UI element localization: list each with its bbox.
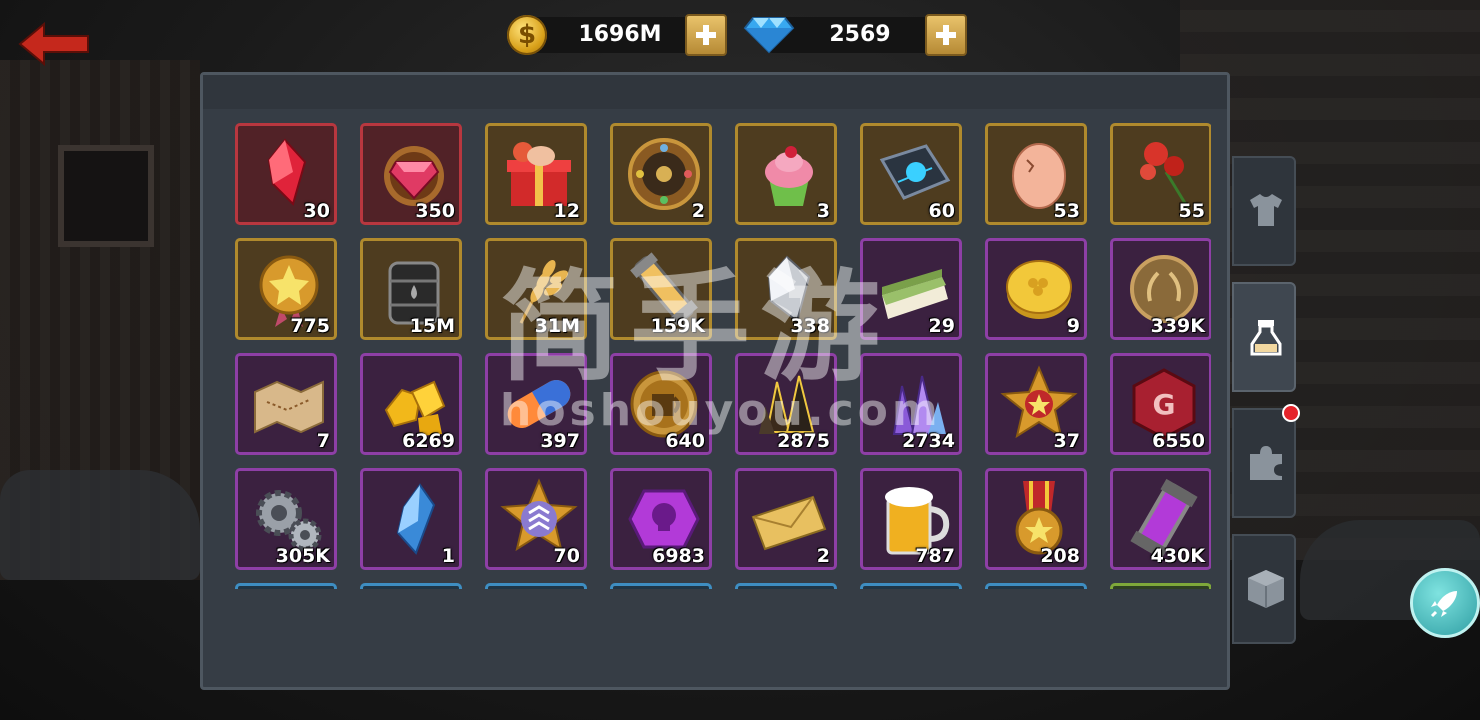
item-count: 6983 [652, 545, 705, 567]
item-slot-wheat[interactable]: 31M [485, 238, 587, 340]
item-count: 397 [540, 430, 580, 452]
item-slot-mug-coin[interactable]: 640 [610, 353, 712, 455]
item-count: 30 [303, 200, 330, 222]
item-slot-energy-capsule[interactable]: 159K [610, 238, 712, 340]
svg-text:G: G [1153, 388, 1176, 421]
item-slot-hidden-5[interactable] [735, 583, 837, 589]
item-count: 305K [275, 545, 330, 567]
item-slot-skull-gem[interactable]: 6983 [610, 468, 712, 570]
item-count: 2875 [777, 430, 830, 452]
item-count: 6269 [402, 430, 455, 452]
item-count: 338 [790, 315, 830, 337]
item-slot-egg[interactable]: 53 [985, 123, 1087, 225]
item-count: 775 [290, 315, 330, 337]
item-count: 208 [1040, 545, 1080, 567]
inventory-grid[interactable]: 30 350 12 2 3 60 53 55 775 15M 31M 159K 338 29 9 339K 7 6… [231, 119, 1211, 589]
item-slot-roses[interactable]: 55 [1110, 123, 1211, 225]
item-count: 53 [1053, 200, 1080, 222]
currency-bar: $ 1696M 2569 [505, 12, 970, 58]
gold-amount: 1696M [578, 22, 662, 47]
item-slot-tech-card[interactable]: 60 [860, 123, 962, 225]
rocket-button[interactable] [1410, 568, 1480, 638]
item-count: 3 [816, 200, 830, 222]
item-slot-envelope[interactable]: 2 [735, 468, 837, 570]
add-gold-button[interactable] [685, 14, 727, 56]
item-slot-dark-crystals[interactable]: 2875 [735, 353, 837, 455]
item-slot-gift-box[interactable]: 12 [485, 123, 587, 225]
item-count: 60 [928, 200, 955, 222]
item-count: 15M [409, 315, 455, 337]
item-count: 7 [316, 430, 330, 452]
item-count: 350 [415, 200, 455, 222]
back-arrow-icon [18, 21, 89, 67]
item-count: 1 [441, 545, 455, 567]
item-count: 2 [816, 545, 830, 567]
item-count: 640 [665, 430, 705, 452]
gold-coin-icon: $ [507, 15, 547, 55]
item-slot-star-medal[interactable]: 775 [235, 238, 337, 340]
item-count: 6550 [1152, 430, 1205, 452]
item-count: 12 [553, 200, 580, 222]
item-slot-hidden-8[interactable] [1110, 583, 1211, 589]
item-slot-pill[interactable]: 397 [485, 353, 587, 455]
add-diamond-button[interactable] [925, 14, 967, 56]
item-count: 70 [553, 545, 580, 567]
background-window [58, 145, 154, 247]
item-slot-compass-wheel[interactable]: 2 [610, 123, 712, 225]
item-slot-g-token[interactable]: G 6550 [1110, 353, 1211, 455]
tab-equipment[interactable] [1232, 156, 1296, 266]
item-slot-hidden-4[interactable] [610, 583, 712, 589]
item-slot-purple-capsule[interactable]: 430K [1110, 468, 1211, 570]
item-count: 430K [1150, 545, 1205, 567]
item-count: 159K [650, 315, 705, 337]
back-button[interactable] [18, 21, 90, 67]
item-count: 29 [928, 315, 955, 337]
item-slot-hidden-7[interactable] [985, 583, 1087, 589]
item-count: 9 [1066, 315, 1080, 337]
background-car [0, 470, 200, 580]
item-slot-blue-crystal[interactable]: 1 [360, 468, 462, 570]
item-slot-silver-crystal[interactable]: 338 [735, 238, 837, 340]
item-count: 37 [1053, 430, 1080, 452]
tab-consumables[interactable] [1232, 282, 1296, 392]
item-slot-cake-slice[interactable]: 29 [860, 238, 962, 340]
item-slot-star-badge[interactable]: 37 [985, 353, 1087, 455]
item-slot-beer-mug[interactable]: 787 [860, 468, 962, 570]
item-slot-red-crystal[interactable]: 30 [235, 123, 337, 225]
item-count: 2 [691, 200, 705, 222]
item-count: 31M [534, 315, 580, 337]
item-slot-cupcake[interactable]: 3 [735, 123, 837, 225]
item-slot-rank-badge[interactable]: 70 [485, 468, 587, 570]
inventory-panel: 30 350 12 2 3 60 53 55 775 15M 31M 159K 338 29 9 339K 7 6… [200, 72, 1230, 690]
notification-dot [1282, 404, 1300, 422]
item-slot-hidden-3[interactable] [485, 583, 587, 589]
diamond-amount: 2569 [829, 22, 891, 47]
tab-fragments[interactable] [1232, 408, 1296, 518]
item-slot-purple-crystals[interactable]: 2734 [860, 353, 962, 455]
item-slot-gold-coin[interactable]: 9 [985, 238, 1087, 340]
panel-header [203, 75, 1227, 109]
item-slot-oil-barrel[interactable]: 15M [360, 238, 462, 340]
item-slot-hidden-2[interactable] [360, 583, 462, 589]
item-count: 339K [1150, 315, 1205, 337]
rocket-icon [1430, 591, 1457, 618]
item-slot-ruby-emblem[interactable]: 350 [360, 123, 462, 225]
item-count: 2734 [902, 430, 955, 452]
item-slot-medal[interactable]: 208 [985, 468, 1087, 570]
item-slot-gold-ore[interactable]: 6269 [360, 353, 462, 455]
item-slot-laurel-coin[interactable]: 339K [1110, 238, 1211, 340]
item-count: 55 [1178, 200, 1205, 222]
tab-materials[interactable] [1232, 534, 1296, 644]
item-slot-hidden-1[interactable] [235, 583, 337, 589]
item-slot-gears[interactable]: 305K [235, 468, 337, 570]
item-slot-map[interactable]: 7 [235, 353, 337, 455]
item-count: 787 [915, 545, 955, 567]
item-slot-hidden-6[interactable] [860, 583, 962, 589]
diamond-icon [743, 17, 795, 54]
